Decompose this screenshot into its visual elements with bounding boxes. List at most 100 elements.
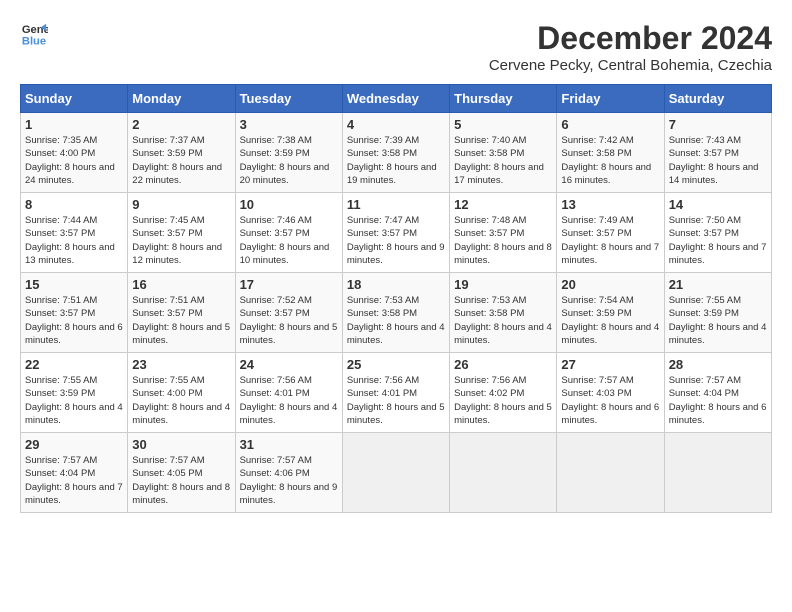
day-content: Sunrise: 7:47 AMSunset: 3:57 PMDaylight:… xyxy=(347,214,445,267)
day-content: Sunrise: 7:55 AMSunset: 4:00 PMDaylight:… xyxy=(132,374,230,427)
calendar-cell: 4 Sunrise: 7:39 AMSunset: 3:58 PMDaylight… xyxy=(342,113,449,193)
calendar-cell: 22 Sunrise: 7:55 AMSunset: 3:59 PMDayligh… xyxy=(21,353,128,433)
calendar-cell: 3 Sunrise: 7:38 AMSunset: 3:59 PMDaylight… xyxy=(235,113,342,193)
calendar-cell: 2Sunrise: 7:37 AMSunset: 3:59 PMDaylight… xyxy=(128,113,235,193)
day-number: 31 xyxy=(240,437,338,452)
day-number: 16 xyxy=(132,277,230,292)
day-number: 22 xyxy=(25,357,123,372)
weekday-header-row: SundayMondayTuesdayWednesdayThursdayFrid… xyxy=(21,85,772,113)
day-number: 11 xyxy=(347,197,445,212)
calendar-cell: 20Sunrise: 7:54 AMSunset: 3:59 PMDayligh… xyxy=(557,273,664,353)
logo: General Blue xyxy=(20,20,48,48)
day-number: 15 xyxy=(25,277,123,292)
day-number: 8 xyxy=(25,197,123,212)
calendar-table: SundayMondayTuesdayWednesdayThursdayFrid… xyxy=(20,84,772,513)
header: General Blue December 2024 Cervene Pecky… xyxy=(20,20,772,74)
day-content: Sunrise: 7:43 AMSunset: 3:57 PMDaylight:… xyxy=(669,134,767,187)
day-number: 17 xyxy=(240,277,338,292)
calendar-cell: 8Sunrise: 7:44 AMSunset: 3:57 PMDaylight… xyxy=(21,193,128,273)
calendar-cell: 25Sunrise: 7:56 AMSunset: 4:01 PMDayligh… xyxy=(342,353,449,433)
weekday-header: Saturday xyxy=(664,85,771,113)
day-content: Sunrise: 7:57 AMSunset: 4:04 PMDaylight:… xyxy=(669,374,767,427)
calendar-cell: 19 Sunrise: 7:53 AMSunset: 3:58 PMDayligh… xyxy=(450,273,557,353)
calendar-cell: 5 Sunrise: 7:40 AMSunset: 3:58 PMDaylight… xyxy=(450,113,557,193)
calendar-cell xyxy=(664,433,771,513)
weekday-header: Tuesday xyxy=(235,85,342,113)
day-content: Sunrise: 7:42 AMSunset: 3:58 PMDaylight:… xyxy=(561,134,659,187)
day-number: 10 xyxy=(240,197,338,212)
day-number: 30 xyxy=(132,437,230,452)
weekday-header: Monday xyxy=(128,85,235,113)
day-number: 1 xyxy=(25,117,123,132)
day-content: Sunrise: 7:48 AMSunset: 3:57 PMDaylight:… xyxy=(454,214,552,267)
day-content: Sunrise: 7:54 AMSunset: 3:59 PMDaylight:… xyxy=(561,294,659,347)
calendar-week-row: 29Sunrise: 7:57 AMSunset: 4:04 PMDayligh… xyxy=(21,433,772,513)
day-content: Sunrise: 7:50 AMSunset: 3:57 PMDaylight:… xyxy=(669,214,767,267)
day-content: Sunrise: 7:53 AMSunset: 3:58 PMDaylight:… xyxy=(454,294,552,347)
day-content: Sunrise: 7:51 AMSunset: 3:57 PMDaylight:… xyxy=(25,294,123,347)
day-content: Sunrise: 7:39 AMSunset: 3:58 PMDaylight:… xyxy=(347,134,445,187)
calendar-week-row: 22 Sunrise: 7:55 AMSunset: 3:59 PMDayligh… xyxy=(21,353,772,433)
calendar-week-row: 1 Sunrise: 7:35 AMSunset: 4:00 PMDaylight… xyxy=(21,113,772,193)
day-number: 24 xyxy=(240,357,338,372)
calendar-cell: 21 Sunrise: 7:55 AMSunset: 3:59 PMDayligh… xyxy=(664,273,771,353)
day-number: 14 xyxy=(669,197,767,212)
day-content: Sunrise: 7:35 AMSunset: 4:00 PMDaylight:… xyxy=(25,134,123,187)
calendar-cell: 7 Sunrise: 7:43 AMSunset: 3:57 PMDaylight… xyxy=(664,113,771,193)
day-number: 3 xyxy=(240,117,338,132)
calendar-cell: 28Sunrise: 7:57 AMSunset: 4:04 PMDayligh… xyxy=(664,353,771,433)
day-content: Sunrise: 7:56 AMSunset: 4:01 PMDaylight:… xyxy=(240,374,338,427)
calendar-cell: 18 Sunrise: 7:53 AMSunset: 3:58 PMDayligh… xyxy=(342,273,449,353)
weekday-header: Wednesday xyxy=(342,85,449,113)
calendar-cell: 24 Sunrise: 7:56 AMSunset: 4:01 PMDayligh… xyxy=(235,353,342,433)
month-title: December 2024 xyxy=(489,20,772,57)
svg-text:Blue: Blue xyxy=(22,35,46,47)
day-content: Sunrise: 7:57 AMSunset: 4:03 PMDaylight:… xyxy=(561,374,659,427)
day-content: Sunrise: 7:52 AMSunset: 3:57 PMDaylight:… xyxy=(240,294,338,347)
calendar-cell: 13 Sunrise: 7:49 AMSunset: 3:57 PMDayligh… xyxy=(557,193,664,273)
calendar-cell: 27 Sunrise: 7:57 AMSunset: 4:03 PMDayligh… xyxy=(557,353,664,433)
day-number: 19 xyxy=(454,277,552,292)
calendar-cell: 15 Sunrise: 7:51 AMSunset: 3:57 PMDayligh… xyxy=(21,273,128,353)
calendar-cell xyxy=(557,433,664,513)
day-number: 26 xyxy=(454,357,552,372)
calendar-cell: 11 Sunrise: 7:47 AMSunset: 3:57 PMDayligh… xyxy=(342,193,449,273)
calendar-cell: 14 Sunrise: 7:50 AMSunset: 3:57 PMDayligh… xyxy=(664,193,771,273)
day-number: 4 xyxy=(347,117,445,132)
day-content: Sunrise: 7:46 AMSunset: 3:57 PMDaylight:… xyxy=(240,214,338,267)
day-content: Sunrise: 7:53 AMSunset: 3:58 PMDaylight:… xyxy=(347,294,445,347)
day-content: Sunrise: 7:40 AMSunset: 3:58 PMDaylight:… xyxy=(454,134,552,187)
calendar-cell: 29Sunrise: 7:57 AMSunset: 4:04 PMDayligh… xyxy=(21,433,128,513)
day-number: 21 xyxy=(669,277,767,292)
calendar-cell: 10 Sunrise: 7:46 AMSunset: 3:57 PMDayligh… xyxy=(235,193,342,273)
calendar-cell: 16Sunrise: 7:51 AMSunset: 3:57 PMDayligh… xyxy=(128,273,235,353)
day-number: 25 xyxy=(347,357,445,372)
day-content: Sunrise: 7:49 AMSunset: 3:57 PMDaylight:… xyxy=(561,214,659,267)
day-content: Sunrise: 7:55 AMSunset: 3:59 PMDaylight:… xyxy=(669,294,767,347)
calendar-week-row: 8Sunrise: 7:44 AMSunset: 3:57 PMDaylight… xyxy=(21,193,772,273)
day-content: Sunrise: 7:57 AMSunset: 4:05 PMDaylight:… xyxy=(132,454,230,507)
day-number: 27 xyxy=(561,357,659,372)
day-number: 12 xyxy=(454,197,552,212)
weekday-header: Thursday xyxy=(450,85,557,113)
calendar-cell xyxy=(342,433,449,513)
calendar-cell: 1 Sunrise: 7:35 AMSunset: 4:00 PMDaylight… xyxy=(21,113,128,193)
weekday-header: Sunday xyxy=(21,85,128,113)
day-content: Sunrise: 7:55 AMSunset: 3:59 PMDaylight:… xyxy=(25,374,123,427)
day-content: Sunrise: 7:37 AMSunset: 3:59 PMDaylight:… xyxy=(132,134,230,187)
day-number: 9 xyxy=(132,197,230,212)
calendar-cell: 9Sunrise: 7:45 AMSunset: 3:57 PMDaylight… xyxy=(128,193,235,273)
day-content: Sunrise: 7:38 AMSunset: 3:59 PMDaylight:… xyxy=(240,134,338,187)
calendar-cell: 31 Sunrise: 7:57 AMSunset: 4:06 PMDayligh… xyxy=(235,433,342,513)
day-number: 5 xyxy=(454,117,552,132)
day-number: 7 xyxy=(669,117,767,132)
day-number: 13 xyxy=(561,197,659,212)
calendar-cell: 30 Sunrise: 7:57 AMSunset: 4:05 PMDayligh… xyxy=(128,433,235,513)
calendar-cell xyxy=(450,433,557,513)
day-content: Sunrise: 7:57 AMSunset: 4:06 PMDaylight:… xyxy=(240,454,338,507)
day-number: 18 xyxy=(347,277,445,292)
day-number: 6 xyxy=(561,117,659,132)
title-area: December 2024 Cervene Pecky, Central Boh… xyxy=(489,20,772,74)
calendar-cell: 26Sunrise: 7:56 AMSunset: 4:02 PMDayligh… xyxy=(450,353,557,433)
calendar-cell: 17 Sunrise: 7:52 AMSunset: 3:57 PMDayligh… xyxy=(235,273,342,353)
